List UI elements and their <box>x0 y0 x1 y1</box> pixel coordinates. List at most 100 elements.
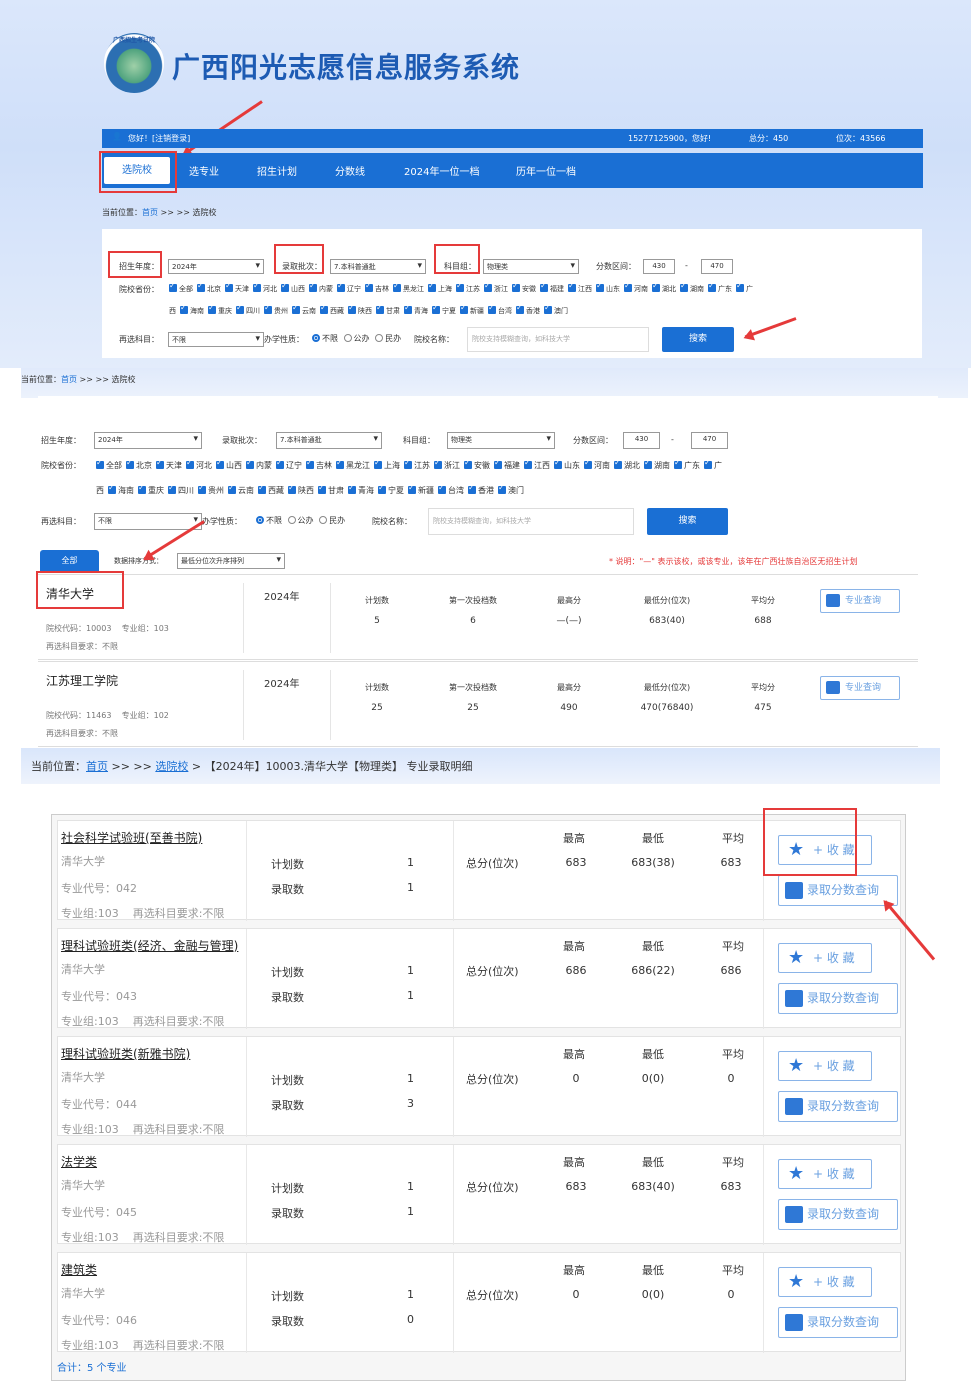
login-status[interactable]: 您好！[注销登录] <box>128 133 190 144</box>
favorite-button[interactable]: ★ + 收 藏 <box>778 1159 872 1189</box>
score-min-input[interactable]: 430 <box>643 259 675 274</box>
province-checkbox[interactable] <box>434 458 442 469</box>
province-checkbox[interactable] <box>516 303 524 314</box>
province-checkbox[interactable] <box>494 458 502 469</box>
nav-history-rank-table[interactable]: 历年一位一档 <box>516 163 576 178</box>
province-checkbox[interactable] <box>336 458 344 469</box>
province-checkbox[interactable] <box>428 281 436 292</box>
search-button[interactable]: 搜索 <box>647 508 728 535</box>
province-checkbox[interactable] <box>498 483 506 494</box>
province-checkbox[interactable] <box>432 303 440 314</box>
province-checkbox[interactable] <box>108 483 116 494</box>
radio-any[interactable] <box>256 516 264 524</box>
province-checkbox[interactable] <box>596 281 604 292</box>
school-name-input[interactable]: 院校支持模糊查询，如科技大学 <box>428 508 634 535</box>
radio-private[interactable] <box>375 334 384 342</box>
favorite-button[interactable]: ★ + 收 藏 <box>778 943 872 973</box>
province-checkbox[interactable] <box>197 281 205 292</box>
province-checkbox[interactable] <box>374 458 382 469</box>
province-checkbox[interactable] <box>225 281 233 292</box>
nav-score-line[interactable]: 分数线 <box>335 163 365 178</box>
radio-public[interactable] <box>287 516 296 524</box>
radio-any[interactable] <box>312 334 320 342</box>
favorite-button[interactable]: ★ + 收 藏 <box>778 1051 872 1081</box>
batch-select[interactable]: 7.本科普通批 <box>330 259 426 274</box>
province-checkbox[interactable] <box>168 483 176 494</box>
province-checkbox[interactable] <box>614 458 622 469</box>
province-checkbox[interactable] <box>488 303 496 314</box>
province-checkbox[interactable] <box>365 281 373 292</box>
province-checkbox[interactable] <box>568 281 576 292</box>
province-checkbox[interactable] <box>306 458 314 469</box>
province-checkbox[interactable] <box>524 458 532 469</box>
province-checkbox[interactable] <box>138 483 146 494</box>
year-select[interactable]: 2024年 <box>94 432 202 449</box>
nav-select-major[interactable]: 选专业 <box>189 163 219 178</box>
batch-select[interactable]: 7.本科普通批 <box>276 432 382 449</box>
radio-public[interactable] <box>343 334 352 342</box>
score-max-input[interactable]: 470 <box>701 259 733 274</box>
sort-select[interactable]: 最低分位次升序排列 <box>177 553 285 569</box>
province-checkbox[interactable] <box>246 458 254 469</box>
province-checkbox[interactable] <box>309 281 317 292</box>
major-name[interactable]: 理科试验班类(新雅书院) <box>61 1045 190 1062</box>
province-checkbox[interactable] <box>169 281 177 292</box>
major-name[interactable]: 法学类 <box>61 1153 97 1170</box>
favorite-button[interactable]: ★ + 收 藏 <box>778 1267 872 1297</box>
province-checkbox[interactable] <box>208 303 216 314</box>
province-checkbox[interactable] <box>680 281 688 292</box>
score-min-input[interactable]: 430 <box>623 432 660 449</box>
province-checkbox[interactable] <box>228 483 236 494</box>
search-button[interactable]: 搜索 <box>662 327 734 352</box>
province-checkbox[interactable] <box>198 483 206 494</box>
province-checkbox[interactable] <box>408 483 416 494</box>
province-checkbox[interactable] <box>540 281 548 292</box>
province-checkbox[interactable] <box>281 281 289 292</box>
major-name[interactable]: 社会科学试验班(至善书院) <box>61 829 202 846</box>
resel-select[interactable]: 不限 <box>168 332 264 347</box>
province-checkbox[interactable] <box>126 458 134 469</box>
province-checkbox[interactable] <box>186 458 194 469</box>
province-checkbox[interactable] <box>674 458 682 469</box>
major-name[interactable]: 理科试验班类(经济、金融与管理) <box>61 937 238 954</box>
score-max-input[interactable]: 470 <box>691 432 728 449</box>
province-checkbox[interactable] <box>318 483 326 494</box>
province-checkbox[interactable] <box>96 458 104 469</box>
province-checkbox[interactable] <box>258 483 266 494</box>
resel-select[interactable]: 不限 <box>94 513 202 530</box>
crumb-home-link[interactable]: 首页 <box>142 208 158 217</box>
crumb-school-link[interactable]: 选院校 <box>155 760 188 773</box>
province-checkbox[interactable] <box>348 303 356 314</box>
province-checkbox[interactable] <box>468 483 476 494</box>
province-checkbox[interactable] <box>378 483 386 494</box>
score-query-button[interactable]: 录取分数查询 <box>778 1091 898 1122</box>
province-checkbox[interactable] <box>288 483 296 494</box>
province-checkbox[interactable] <box>216 458 224 469</box>
province-checkbox[interactable] <box>180 303 188 314</box>
province-checkbox[interactable] <box>464 458 472 469</box>
province-checkbox[interactable] <box>736 281 744 292</box>
radio-private[interactable] <box>319 516 328 524</box>
group-select[interactable]: 物理类 <box>483 259 579 274</box>
province-checkbox[interactable] <box>292 303 300 314</box>
score-query-button[interactable]: 录取分数查询 <box>778 983 898 1014</box>
province-checkbox[interactable] <box>337 281 345 292</box>
province-checkbox[interactable] <box>404 303 412 314</box>
score-query-button[interactable]: 录取分数查询 <box>778 1307 898 1338</box>
province-checkbox[interactable] <box>376 303 384 314</box>
tab-all[interactable]: 全部 <box>40 550 99 572</box>
school-name[interactable]: 江苏理工学院 <box>46 672 118 689</box>
province-checkbox[interactable] <box>264 303 272 314</box>
province-checkbox[interactable] <box>276 458 284 469</box>
province-checkbox[interactable] <box>584 458 592 469</box>
province-checkbox[interactable] <box>460 303 468 314</box>
group-select[interactable]: 物理类 <box>447 432 555 449</box>
province-checkbox[interactable] <box>156 458 164 469</box>
province-checkbox[interactable] <box>512 281 520 292</box>
province-checkbox[interactable] <box>404 458 412 469</box>
province-checkbox[interactable] <box>348 483 356 494</box>
province-checkbox[interactable] <box>456 281 464 292</box>
province-checkbox[interactable] <box>644 458 652 469</box>
province-checkbox[interactable] <box>320 303 328 314</box>
province-checkbox[interactable] <box>393 281 401 292</box>
